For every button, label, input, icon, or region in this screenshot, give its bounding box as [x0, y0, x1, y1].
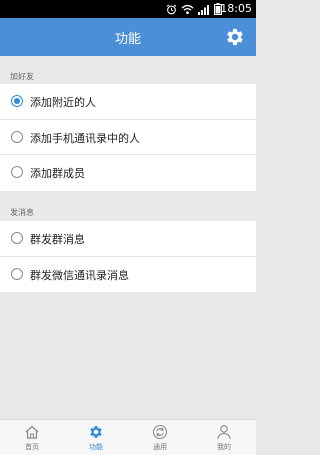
person-icon	[217, 425, 231, 440]
bottom-tab-bar: 首页 功能 通用 我的	[0, 419, 256, 455]
wifi-icon	[181, 4, 194, 14]
option-mass-contacts-message[interactable]: 群发微信通讯录消息	[0, 257, 256, 293]
option-label: 添加手机通讯录中的人	[30, 131, 140, 145]
status-bar: 18:05	[0, 0, 256, 18]
option-label: 群发微信通讯录消息	[30, 268, 129, 282]
gear-icon[interactable]	[224, 26, 246, 48]
signal-icon	[198, 4, 209, 15]
send-messages-group: 群发群消息 群发微信通讯录消息	[0, 221, 256, 292]
tab-general[interactable]: 通用	[128, 420, 192, 455]
tab-features[interactable]: 功能	[64, 420, 128, 455]
option-label: 添加群成员	[30, 167, 85, 180]
tab-home[interactable]: 首页	[0, 420, 64, 455]
section-header-send-messages: 发消息	[10, 208, 34, 217]
option-add-phone-contacts[interactable]: 添加手机通讯录中的人	[0, 120, 256, 155]
radio-button[interactable]	[11, 232, 23, 244]
tab-label: 通用	[153, 443, 167, 451]
tab-label: 首页	[25, 443, 39, 451]
option-add-group-members[interactable]: 添加群成员	[0, 155, 256, 191]
radio-button[interactable]	[11, 267, 23, 280]
tab-me[interactable]: 我的	[192, 420, 256, 455]
radio-button-selected[interactable]	[11, 95, 23, 107]
section-header-add-friends: 加好友	[10, 72, 34, 81]
option-add-nearby[interactable]: 添加附近的人	[0, 84, 256, 120]
option-label: 群发群消息	[30, 233, 85, 246]
title-bar: 功能	[0, 18, 256, 56]
home-icon	[25, 425, 39, 439]
sync-icon	[152, 424, 168, 440]
add-friends-group: 添加附近的人 添加手机通讯录中的人 添加群成员	[0, 84, 256, 191]
radio-button[interactable]	[11, 130, 23, 143]
radio-button[interactable]	[11, 166, 23, 178]
status-time: 18:05	[220, 2, 252, 15]
status-icons	[166, 3, 222, 15]
tab-label: 功能	[89, 443, 103, 451]
option-mass-group-message[interactable]: 群发群消息	[0, 221, 256, 257]
option-label: 添加附近的人	[30, 96, 96, 109]
alarm-icon	[166, 4, 177, 14]
tab-label: 我的	[217, 443, 231, 451]
page-title: 功能	[114, 32, 141, 47]
gear-icon	[90, 426, 102, 438]
